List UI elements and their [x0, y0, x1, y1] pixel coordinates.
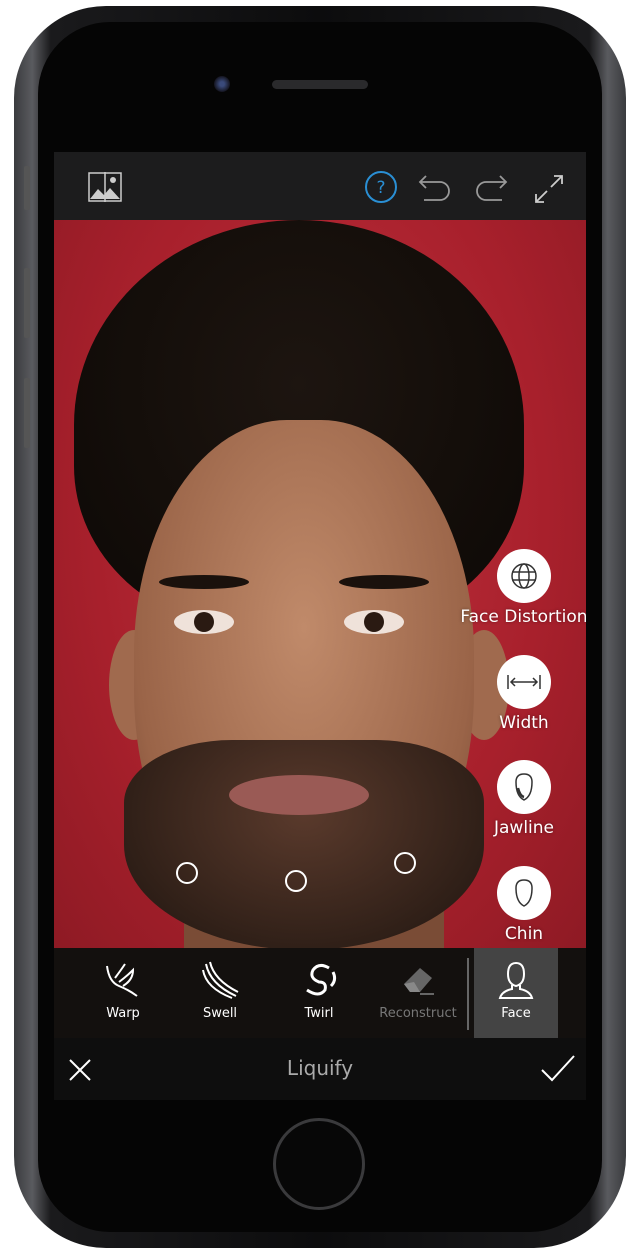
- volume-down-button: [24, 378, 30, 448]
- check-icon[interactable]: [540, 1054, 576, 1084]
- tool-warp[interactable]: Warp: [78, 948, 168, 1038]
- right-eye: [344, 610, 404, 634]
- globe-grid-icon: [511, 563, 537, 589]
- swell-icon: [202, 961, 239, 999]
- option-label: Jawline: [493, 818, 554, 838]
- tool-label: Face: [501, 1006, 531, 1021]
- right-brow: [339, 575, 429, 589]
- chin-icon: [515, 879, 533, 907]
- undo-icon[interactable]: [418, 172, 452, 204]
- tool-twirl[interactable]: Twirl: [274, 948, 364, 1038]
- option-label: Face Distortion: [460, 607, 586, 627]
- help-icon[interactable]: ?: [364, 170, 398, 204]
- mouth: [229, 775, 369, 815]
- face-control-pin[interactable]: [176, 862, 198, 884]
- compare-icon[interactable]: [88, 172, 122, 202]
- volume-up-button: [24, 268, 30, 338]
- option-label: Width: [499, 713, 549, 733]
- tool-face[interactable]: Face: [474, 948, 558, 1038]
- home-button[interactable]: [273, 1118, 365, 1210]
- mute-switch: [24, 166, 30, 210]
- width-arrows-icon: [507, 675, 541, 689]
- option-label: Chin: [504, 924, 544, 944]
- left-brow: [159, 575, 249, 589]
- option-chin[interactable]: Chin: [459, 866, 586, 944]
- liquify-tool-strip: Warp Swell Twirl Reconstruct Face: [54, 948, 586, 1038]
- eraser-icon: [404, 968, 434, 995]
- tool-label: Twirl: [304, 1006, 334, 1021]
- earpiece-speaker: [272, 80, 368, 89]
- top-toolbar: ?: [54, 152, 586, 220]
- bottom-bar: Liquify: [54, 1038, 586, 1100]
- option-face-distortion[interactable]: Face Distortion: [459, 549, 586, 627]
- tool-reconstruct[interactable]: Reconstruct: [373, 948, 463, 1038]
- tool-label: Swell: [202, 1006, 238, 1021]
- jawline-icon: [515, 773, 533, 801]
- photo-canvas[interactable]: Face Distortion Width Jawline Chin: [54, 220, 586, 948]
- app-screen: ? Face Distortion Width Jawline Chin War…: [54, 152, 586, 1100]
- svg-text:?: ?: [376, 178, 385, 198]
- option-width[interactable]: Width: [459, 655, 586, 733]
- face-control-pin[interactable]: [394, 852, 416, 874]
- front-camera: [214, 76, 230, 92]
- beard: [124, 740, 484, 948]
- fullscreen-icon[interactable]: [534, 174, 564, 204]
- warp-icon: [106, 963, 138, 997]
- face-icon: [498, 961, 534, 999]
- screen-title: Liquify: [286, 1056, 354, 1080]
- redo-icon[interactable]: [474, 172, 508, 204]
- tool-divider: [467, 958, 469, 1030]
- tool-swell[interactable]: Swell: [175, 948, 265, 1038]
- twirl-icon: [306, 963, 337, 996]
- left-eye: [174, 610, 234, 634]
- chin-control-pin[interactable]: [285, 870, 307, 892]
- tool-label: Reconstruct: [379, 1006, 457, 1021]
- option-jawline[interactable]: Jawline: [459, 760, 586, 838]
- tool-label: Warp: [106, 1006, 140, 1021]
